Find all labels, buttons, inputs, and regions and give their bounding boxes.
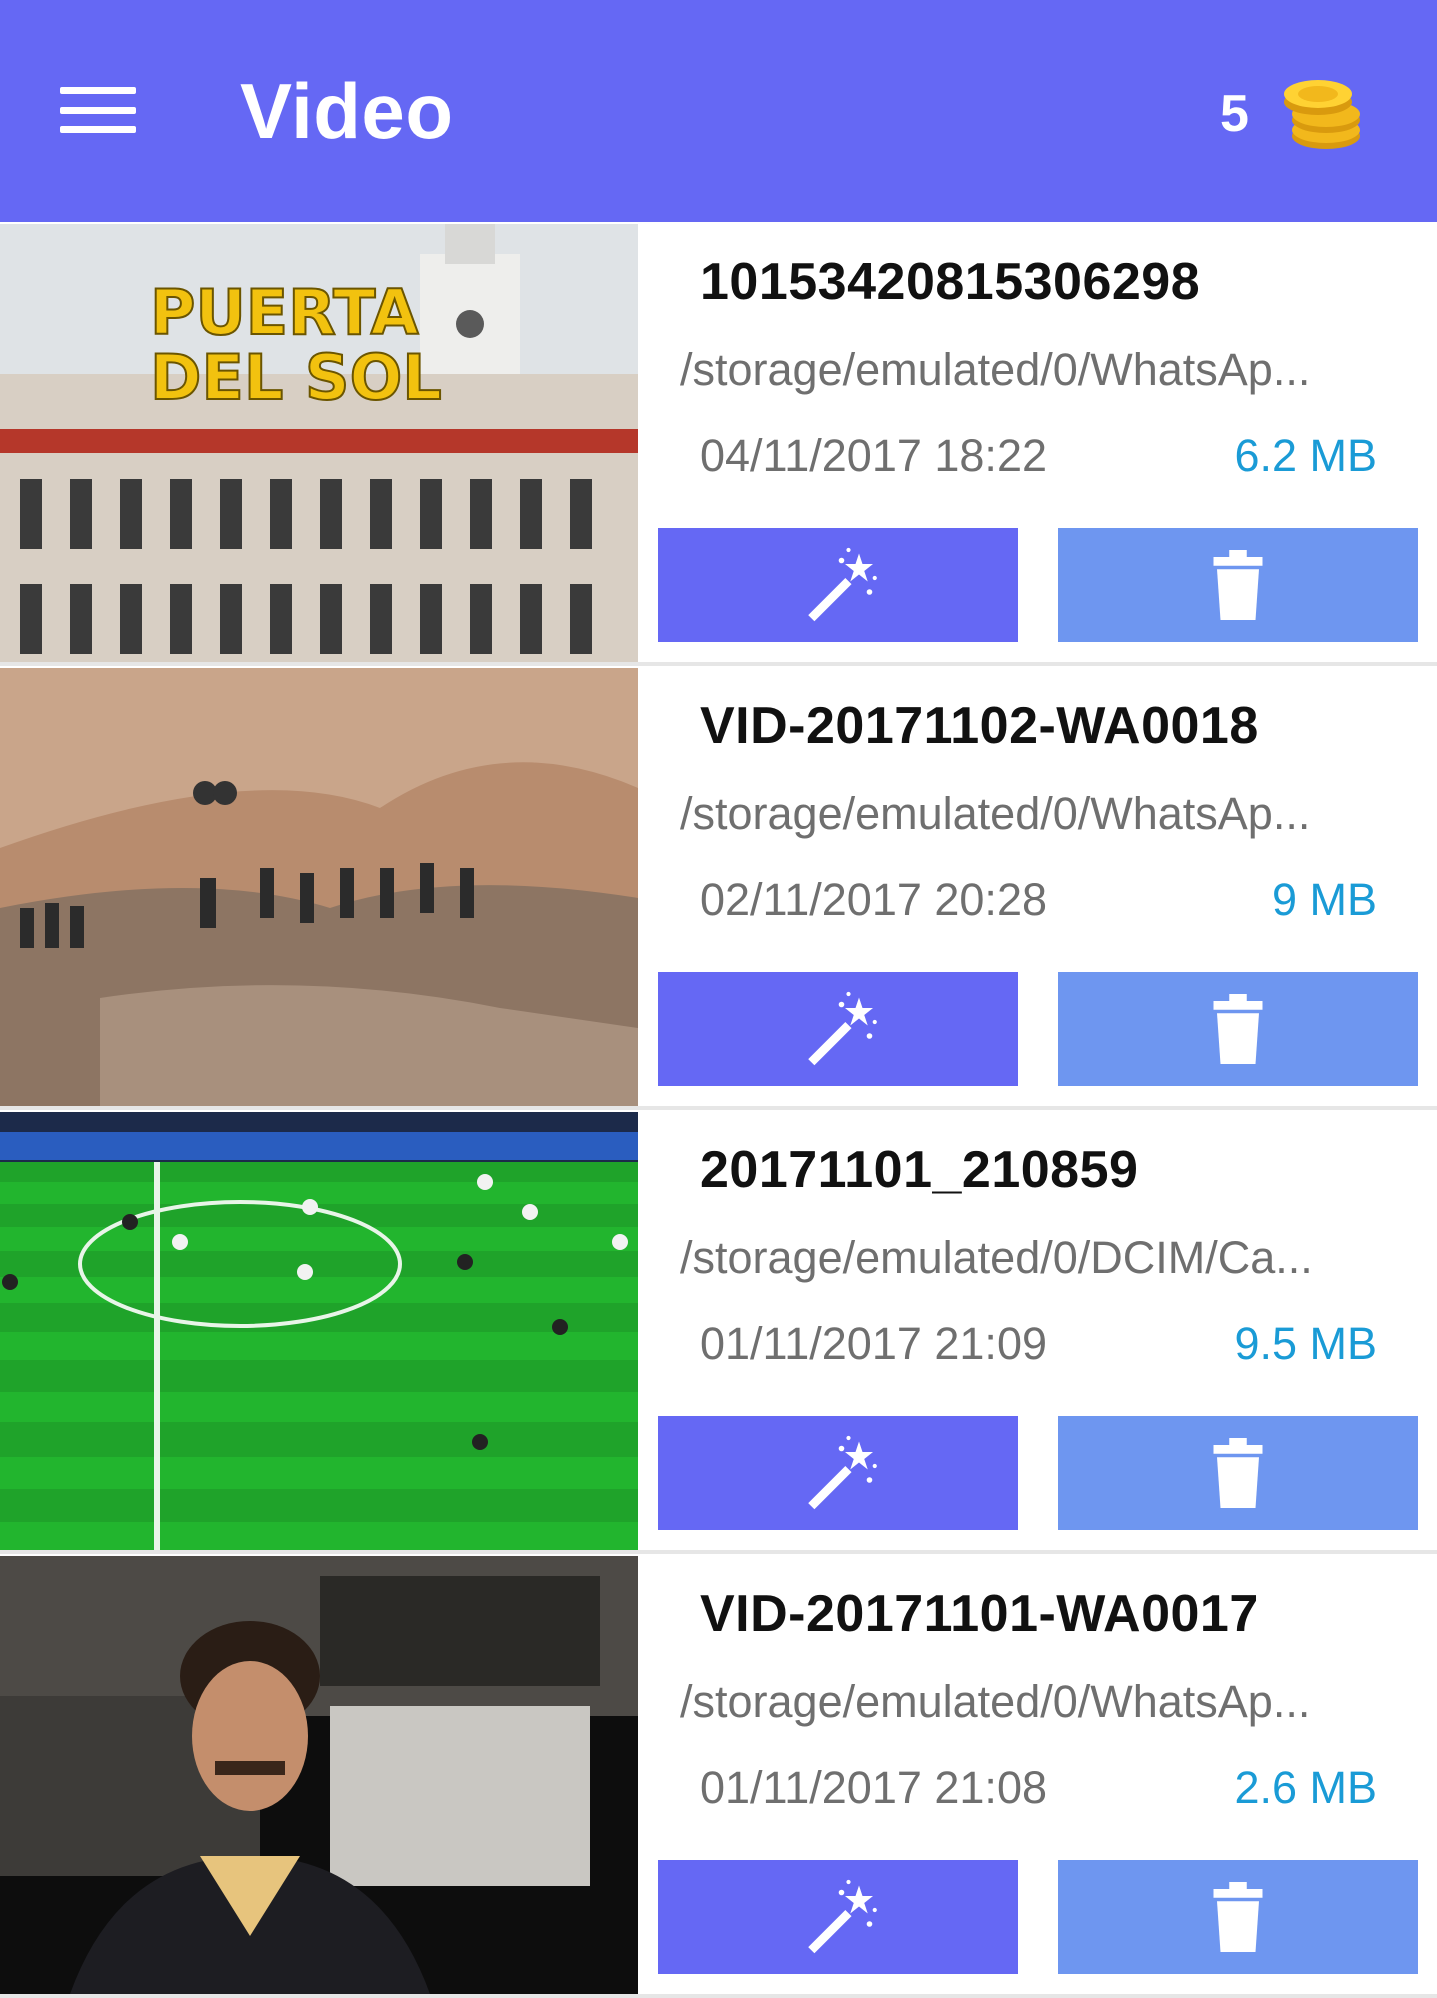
delete-button[interactable] <box>1058 528 1418 642</box>
video-path: /storage/emulated/0/WhatsAp... <box>680 344 1311 395</box>
magic-button[interactable] <box>658 972 1018 1086</box>
video-name: VID-20171102-WA0018 <box>700 697 1259 755</box>
trash-icon <box>1213 1882 1263 1952</box>
video-date: 01/11/2017 21:09 <box>700 1318 1047 1369</box>
magic-wand-icon <box>808 547 877 622</box>
trash-icon <box>1213 1438 1263 1508</box>
list-item[interactable]: VID-20171101-WA0017 /storage/emulated/0/… <box>0 1554 1437 1998</box>
coin-count[interactable]: 5 <box>1220 84 1249 144</box>
magic-button[interactable] <box>658 1416 1018 1530</box>
list-item[interactable]: PUERTA DEL SOL 10153420815306298 /storag… <box>0 222 1437 666</box>
delete-button[interactable] <box>1058 1860 1418 1974</box>
video-size: 6.2 MB <box>1234 430 1377 481</box>
menu-icon-bar <box>60 126 136 133</box>
video-date: 02/11/2017 20:28 <box>700 874 1047 925</box>
video-size: 9.5 MB <box>1234 1318 1377 1369</box>
menu-button[interactable] <box>60 75 150 145</box>
video-name: 10153420815306298 <box>700 253 1201 311</box>
magic-wand-icon <box>808 1879 877 1954</box>
video-list: PUERTA DEL SOL 10153420815306298 /storag… <box>0 222 1437 1998</box>
thumb-sign-text: DEL SOL <box>150 341 442 414</box>
list-item[interactable]: VID-20171102-WA0018 /storage/emulated/0/… <box>0 666 1437 1110</box>
video-thumbnail[interactable]: PUERTA DEL SOL <box>0 224 638 662</box>
video-thumbnail[interactable] <box>0 1112 638 1550</box>
video-path: /storage/emulated/0/DCIM/Ca... <box>680 1232 1313 1283</box>
list-item[interactable]: 20171101_210859 /storage/emulated/0/DCIM… <box>0 1110 1437 1554</box>
page-title: Video <box>240 67 454 155</box>
delete-button[interactable] <box>1058 1416 1418 1530</box>
video-date: 01/11/2017 21:08 <box>700 1762 1047 1813</box>
magic-wand-icon <box>808 1435 877 1510</box>
video-thumbnail[interactable] <box>0 1556 638 1994</box>
gold-coins-icon[interactable] <box>1278 70 1362 154</box>
video-path: /storage/emulated/0/WhatsAp... <box>680 788 1311 839</box>
video-thumbnail[interactable] <box>0 668 638 1106</box>
video-size: 9 MB <box>1271 874 1377 925</box>
trash-icon <box>1213 994 1263 1064</box>
magic-button[interactable] <box>658 1860 1018 1974</box>
menu-icon-bar <box>60 87 136 94</box>
trash-icon <box>1213 550 1263 620</box>
magic-wand-icon <box>808 991 877 1066</box>
thumb-sign-text: PUERTA <box>150 276 419 349</box>
app-bar: Video 5 <box>0 0 1437 222</box>
menu-icon-bar <box>60 106 136 114</box>
video-date: 04/11/2017 18:22 <box>700 430 1047 481</box>
delete-button[interactable] <box>1058 972 1418 1086</box>
magic-button[interactable] <box>658 528 1018 642</box>
video-path: /storage/emulated/0/WhatsAp... <box>680 1676 1311 1727</box>
video-size: 2.6 MB <box>1234 1762 1377 1813</box>
video-name: 20171101_210859 <box>700 1141 1139 1199</box>
video-name: VID-20171101-WA0017 <box>700 1585 1259 1643</box>
